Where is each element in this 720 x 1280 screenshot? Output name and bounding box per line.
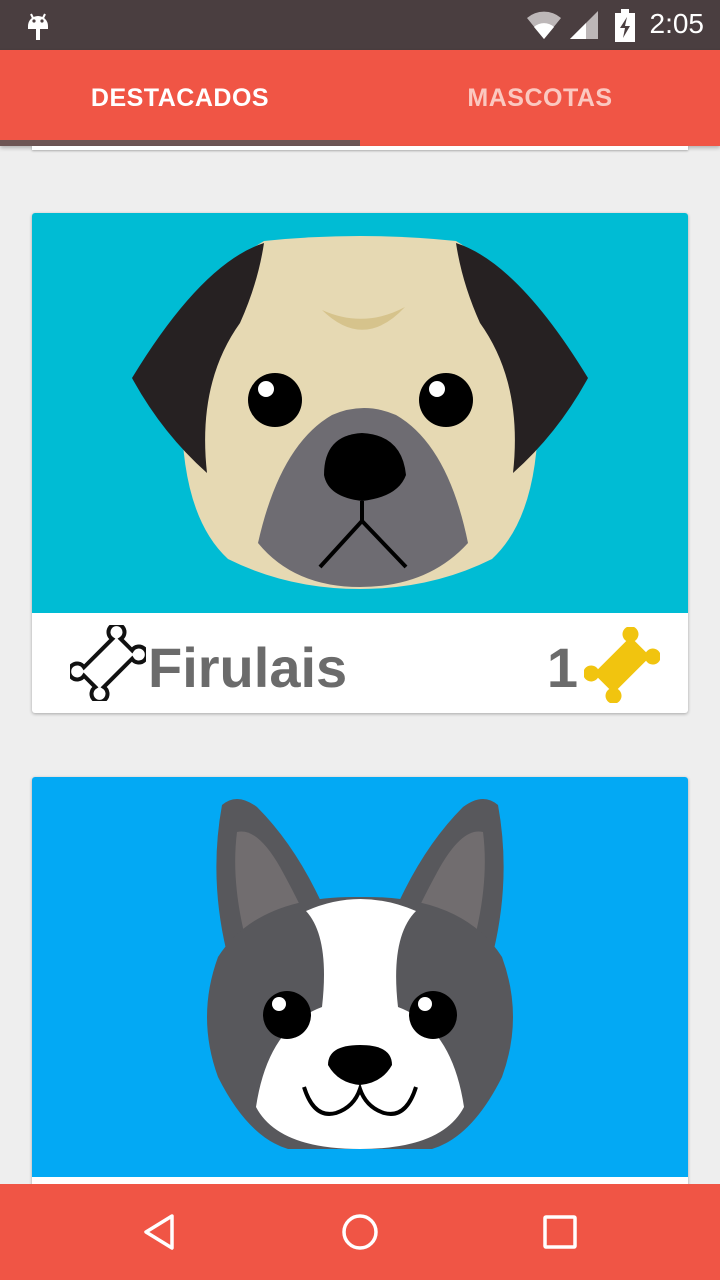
pug-image (32, 213, 688, 613)
status-bar: 2:05 (0, 0, 720, 50)
tab-label: MASCOTAS (467, 83, 613, 112)
bone-gold-icon (584, 627, 660, 703)
boston-terrier-image (32, 777, 688, 1177)
pet-card[interactable] (32, 777, 688, 1237)
pet-name: Firulais (148, 636, 348, 699)
tab-label: DESTACADOS (90, 83, 270, 112)
back-icon[interactable] (140, 1212, 180, 1252)
android-icon (28, 13, 48, 40)
status-time: 2:05 (649, 8, 705, 39)
pet-card[interactable]: Firulais 1 (32, 213, 688, 713)
navigation-bar (0, 1184, 720, 1280)
home-icon[interactable] (340, 1212, 380, 1252)
tab-mascotas[interactable]: MASCOTAS (360, 50, 720, 146)
app-bar: DESTACADOS MASCOTAS (0, 50, 720, 146)
signal-icon (570, 11, 598, 39)
tab-destacados[interactable]: DESTACADOS (0, 50, 360, 146)
pet-card-footer: Firulais 1 (32, 613, 688, 713)
battery-charging-icon (615, 9, 635, 42)
recents-icon[interactable] (540, 1212, 580, 1252)
previous-card-edge (32, 146, 688, 150)
wifi-icon (527, 11, 561, 39)
bone-outline-icon[interactable] (70, 625, 146, 701)
rating-count: 1 (546, 636, 578, 699)
